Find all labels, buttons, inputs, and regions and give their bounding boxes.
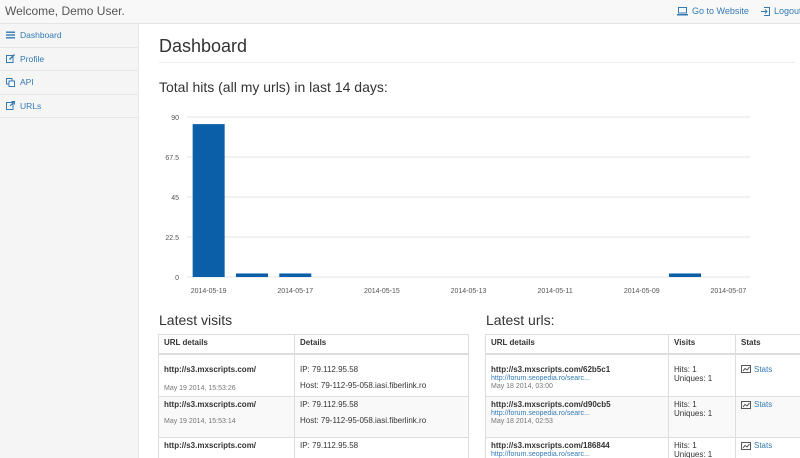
x-tick-label: 2014-05-17: [277, 288, 313, 295]
column-header: Visits: [668, 334, 736, 355]
url-date: May 18 2014, 02:53: [491, 418, 553, 425]
x-tick-label: 2014-05-13: [451, 288, 487, 295]
x-tick-label: 2014-05-09: [624, 288, 660, 295]
hits-count: Hits: 1: [674, 441, 697, 450]
url-details-cell: http://s3.mxscripts.com/62b5c1 http://fo…: [485, 353, 669, 397]
details-cell: IP: 79.112.95.58 Host: 79-112-95-058.ias…: [294, 396, 469, 438]
stats-label: Stats: [754, 441, 773, 450]
stats-cell: Stats: [735, 437, 800, 458]
url-details-cell: http://s3.mxscripts.com/ May 19 2014, 15…: [158, 353, 295, 397]
visit-host: Host: 79-112-95-058.iasi.fiberlink.ro: [300, 380, 427, 390]
visits-cell: Hits: 1 Uniques: 1: [668, 353, 736, 397]
y-tick-label: 0: [175, 275, 179, 282]
table-row: http://s3.mxscripts.com/ IP: 79.112.95.5…: [158, 437, 469, 458]
chart-bar: [669, 273, 702, 277]
column-header: Stats: [735, 334, 800, 355]
visit-date: May 19 2014, 15:53:26: [164, 384, 236, 392]
uniques-count: Uniques: 1: [674, 373, 713, 383]
y-tick-label: 22.5: [165, 235, 179, 242]
visit-url: http://s3.mxscripts.com/: [164, 441, 257, 450]
visit-host: Host: 79-112-95-058.iasi.fiberlink.ro: [300, 416, 427, 425]
x-tick-label: 2014-05-11: [537, 288, 572, 295]
visit-url: http://s3.mxscripts.com/: [164, 364, 257, 374]
details-cell: IP: 79.112.95.58: [294, 437, 469, 458]
uniques-count: Uniques: 1: [674, 409, 713, 418]
url-date: May 18 2014, 03:00: [491, 382, 553, 390]
table-row: http://s3.mxscripts.com/186844 http://fo…: [485, 437, 800, 458]
visits-cell: Hits: 1 Uniques: 1: [668, 396, 736, 438]
table-header-row: URL details Details: [158, 334, 469, 355]
chart-icon: [741, 441, 751, 450]
short-url: http://s3.mxscripts.com/186844: [491, 441, 610, 450]
stats-label: Stats: [754, 364, 773, 374]
source-url-link[interactable]: http://forum.seopedia.ro/searc...: [491, 451, 663, 458]
x-tick-label: 2014-05-07: [710, 288, 746, 295]
visit-url: http://s3.mxscripts.com/: [164, 400, 257, 409]
table-row: http://s3.mxscripts.com/ May 19 2014, 15…: [158, 396, 469, 438]
stats-link[interactable]: Stats: [741, 365, 772, 374]
visit-ip: IP: 79.112.95.58: [300, 441, 359, 450]
url-details-cell: http://s3.mxscripts.com/ May 19 2014, 15…: [158, 396, 295, 438]
latest-visits-table: URL details Details http://s3.mxscripts.…: [158, 334, 469, 458]
source-url-link[interactable]: http://forum.seopedia.ro/searc...: [491, 375, 663, 382]
visit-date: May 19 2014, 15:53:14: [164, 418, 236, 425]
y-tick-label: 67.5: [165, 155, 179, 162]
column-header: URL details: [158, 334, 295, 355]
column-header: URL details: [485, 334, 669, 355]
chart-bar: [192, 124, 225, 277]
latest-visits-heading: Latest visits: [159, 312, 233, 328]
latest-urls-heading: Latest urls:: [486, 312, 555, 328]
hits-bar-chart: 90 67.5 45 22.5 0 2014-05-19 2014-05-17 2014-05…: [165, 115, 750, 295]
x-tick-label: 2014-05-19: [191, 288, 227, 295]
url-details-cell: http://s3.mxscripts.com/186844 http://fo…: [485, 437, 669, 458]
hits-count: Hits: 1: [674, 400, 697, 409]
chart-icon: [741, 400, 751, 409]
stats-cell: Stats: [735, 353, 800, 397]
stats-link[interactable]: Stats: [741, 441, 772, 450]
stats-cell: Stats: [735, 396, 800, 438]
url-details-cell: http://s3.mxscripts.com/d90cb5 http://fo…: [485, 396, 669, 438]
stats-link[interactable]: Stats: [741, 400, 772, 409]
source-url-link[interactable]: http://forum.seopedia.ro/searc...: [491, 410, 663, 417]
details-cell: IP: 79.112.95.58 Host: 79-112-95-058.ias…: [294, 353, 469, 397]
stats-label: Stats: [754, 400, 773, 409]
table-row: http://s3.mxscripts.com/d90cb5 http://fo…: [485, 396, 800, 438]
y-tick-label: 45: [171, 195, 179, 202]
visit-ip: IP: 79.112.95.58: [300, 364, 359, 374]
table-header-row: URL details Visits Stats: [485, 334, 800, 355]
url-details-cell: http://s3.mxscripts.com/: [158, 437, 295, 458]
y-tick-label: 90: [171, 115, 179, 122]
chart-bar: [235, 273, 268, 277]
short-url: http://s3.mxscripts.com/62b5c1: [491, 364, 611, 374]
x-tick-label: 2014-05-15: [364, 288, 400, 295]
visits-cell: Hits: 1 Uniques: 1: [668, 437, 736, 458]
table-row: http://s3.mxscripts.com/62b5c1 http://fo…: [485, 353, 800, 397]
hits-count: Hits: 1: [674, 364, 697, 374]
uniques-count: Uniques: 1: [674, 450, 713, 458]
chart-icon: [741, 365, 751, 373]
column-header: Details: [294, 334, 469, 355]
table-row: http://s3.mxscripts.com/ May 19 2014, 15…: [158, 353, 469, 397]
chart-bar: [279, 273, 312, 277]
visit-ip: IP: 79.112.95.58: [300, 400, 359, 409]
short-url: http://s3.mxscripts.com/d90cb5: [491, 400, 611, 409]
latest-urls-table: URL details Visits Stats http://s3.mxscr…: [485, 334, 800, 458]
